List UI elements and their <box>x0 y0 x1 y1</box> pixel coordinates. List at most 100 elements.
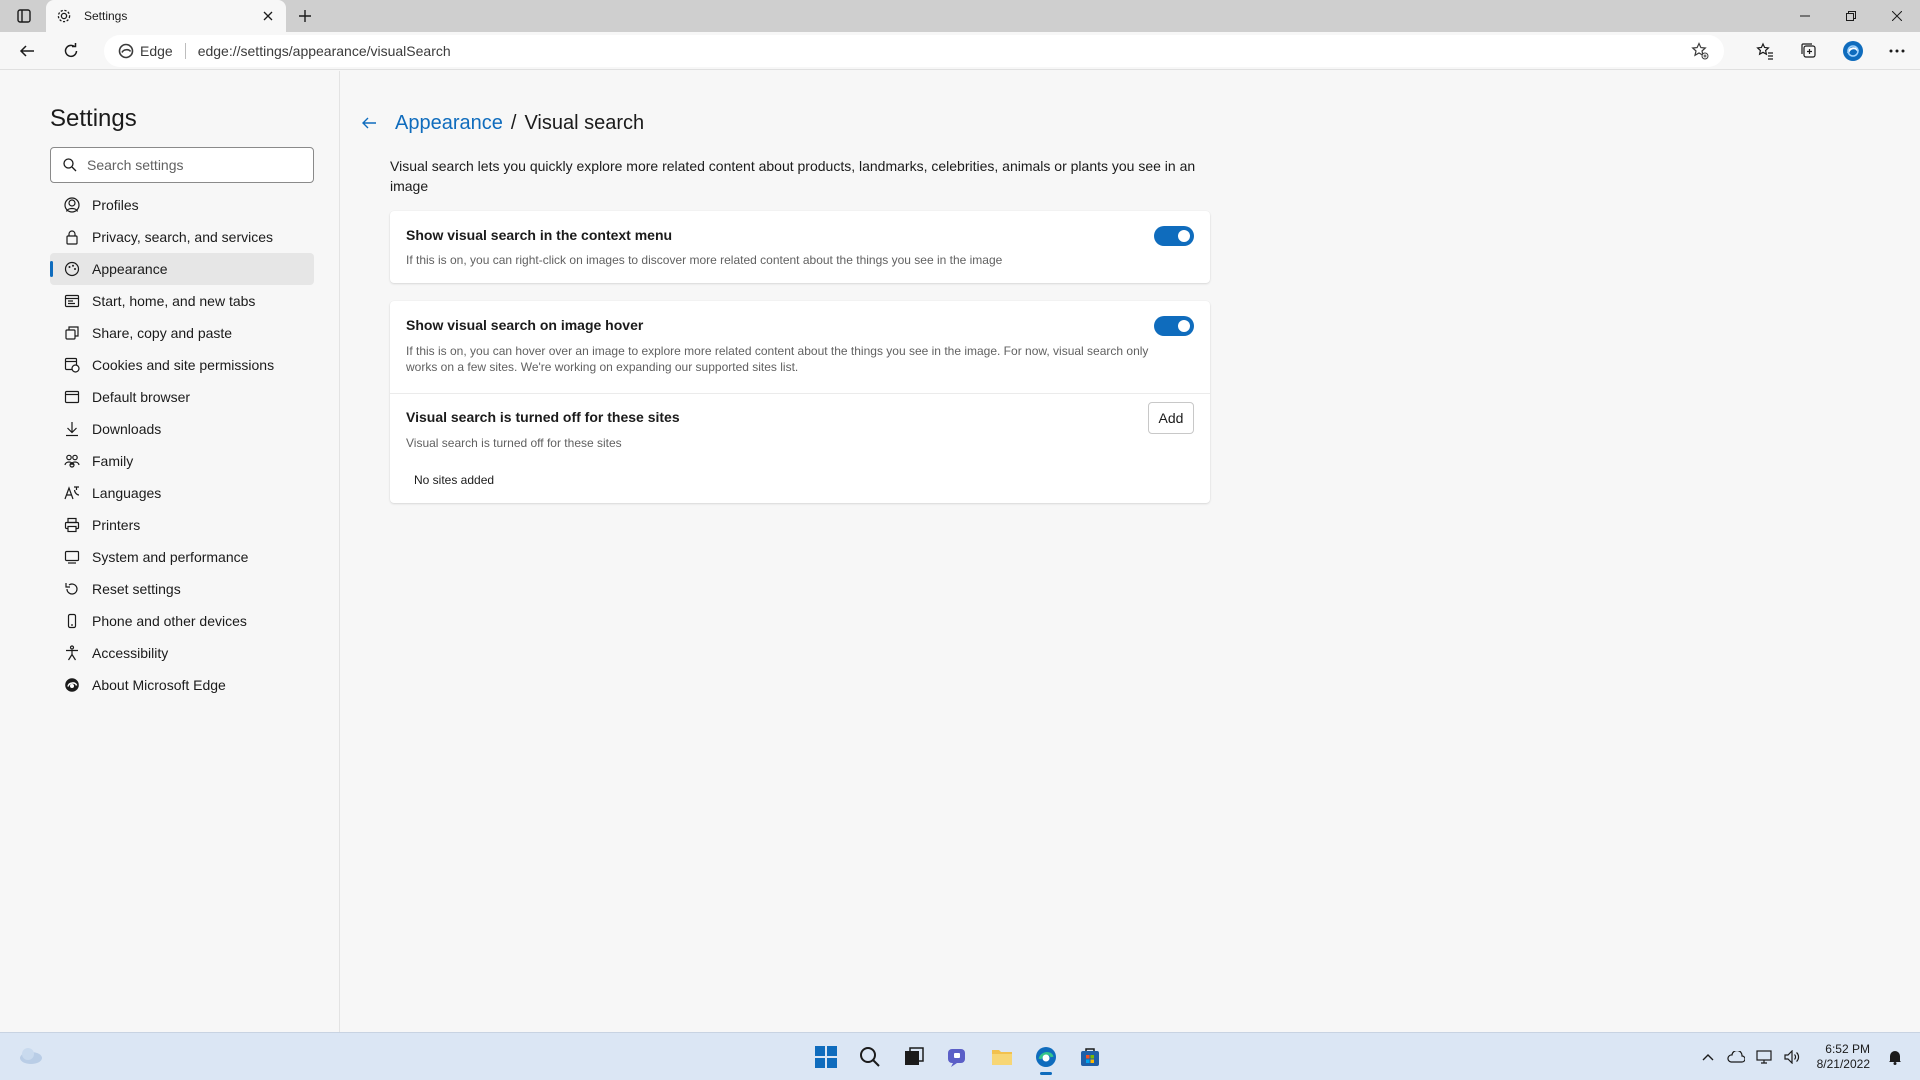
sidebar-item-languages[interactable]: Languages <box>50 477 314 509</box>
hover-setting-desc: If this is on, you can hover over an ima… <box>406 344 1149 374</box>
close-tab-button[interactable] <box>260 8 276 24</box>
weather-icon[interactable] <box>16 1043 46 1069</box>
add-site-button[interactable]: Add <box>1148 402 1194 434</box>
sidebar-item-label: Profiles <box>92 197 139 213</box>
edge-taskbar-button[interactable] <box>1028 1039 1064 1075</box>
edge-icon <box>1036 1047 1056 1067</box>
sidebar-item-printers[interactable]: Printers <box>50 509 314 541</box>
back-button[interactable] <box>12 36 42 66</box>
clock[interactable]: 6:52 PM 8/21/2022 <box>1817 1042 1870 1072</box>
close-icon <box>263 11 273 21</box>
taskbar: 6:52 PM 8/21/2022 <box>0 1032 1920 1080</box>
context-menu-toggle[interactable] <box>1154 226 1194 246</box>
ellipsis-icon <box>1889 49 1905 53</box>
start-button[interactable] <box>808 1039 844 1075</box>
file-explorer-button[interactable] <box>984 1039 1020 1075</box>
network-icon[interactable] <box>1755 1048 1773 1066</box>
breadcrumb-separator: / <box>510 111 517 134</box>
add-favorite-button[interactable] <box>1690 41 1710 61</box>
profile-button[interactable] <box>1838 36 1868 66</box>
cloud-icon <box>1727 1051 1745 1063</box>
page-title: Visual search <box>524 111 645 134</box>
navigation-bar: Edge edge://settings/appearance/visualSe… <box>0 32 1920 70</box>
context-menu-setting-title: Show visual search in the context menu <box>406 227 673 243</box>
url-text[interactable]: edge://settings/appearance/visualSearch <box>198 43 451 59</box>
sidebar-item-about-microsoft-edge[interactable]: About Microsoft Edge <box>50 669 314 701</box>
store-button[interactable] <box>1072 1039 1108 1075</box>
search-settings-box[interactable] <box>50 147 314 183</box>
edge-icon <box>118 43 134 59</box>
sidebar-item-label: Default browser <box>92 389 191 405</box>
sidebar-item-label: Appearance <box>92 261 168 277</box>
sidebar-item-appearance[interactable]: Appearance <box>50 253 314 285</box>
store-icon <box>1081 1048 1099 1066</box>
settings-nav: Profiles Privacy, search, and services App… <box>50 189 314 701</box>
no-sites-label: No sites added <box>414 473 495 487</box>
sidebar-item-accessibility[interactable]: Accessibility <box>50 637 314 669</box>
collections-button[interactable] <box>1794 36 1824 66</box>
taskbar-apps <box>808 1039 1108 1075</box>
sidebar-title: Settings <box>50 105 137 132</box>
windows-icon <box>815 1046 837 1068</box>
more-button[interactable] <box>1882 36 1912 66</box>
divider <box>390 393 1210 394</box>
avatar-icon <box>1843 41 1863 61</box>
context-menu-setting-desc: If this is on, you can right-click on im… <box>406 253 1003 267</box>
favorites-button[interactable] <box>1750 36 1780 66</box>
task-view-button[interactable] <box>896 1039 932 1075</box>
search-input[interactable] <box>87 157 287 173</box>
site-identity-label: Edge <box>140 43 173 59</box>
hover-toggle[interactable] <box>1154 316 1194 336</box>
speaker-icon <box>1784 1050 1799 1064</box>
sidebar-item-label: Printers <box>92 517 141 533</box>
chat-button[interactable] <box>940 1039 976 1075</box>
arrow-left-icon <box>19 45 34 57</box>
show-hidden-icons-button[interactable] <box>1699 1048 1717 1066</box>
system-icon <box>64 549 80 565</box>
minimize-button[interactable] <box>1782 0 1828 32</box>
browser-icon <box>64 389 80 405</box>
address-bar[interactable]: Edge edge://settings/appearance/visualSe… <box>104 35 1724 67</box>
accessibility-icon <box>64 645 80 661</box>
sidebar-item-default-browser[interactable]: Default browser <box>50 381 314 413</box>
new-tab-button[interactable] <box>292 5 318 27</box>
sidebar-item-reset-settings[interactable]: Reset settings <box>50 573 314 605</box>
tab-actions-button[interactable] <box>10 5 38 27</box>
restore-button[interactable] <box>1828 0 1874 32</box>
sidebar-item-family[interactable]: Family <box>50 445 314 477</box>
sidebar-item-phone-and-other-devices[interactable]: Phone and other devices <box>50 605 314 637</box>
tab-settings[interactable]: Settings <box>46 0 286 32</box>
separator <box>184 43 186 59</box>
volume-icon[interactable] <box>1783 1048 1801 1066</box>
sidebar-item-system-and-performance[interactable]: System and performance <box>50 541 314 573</box>
sidebar-item-privacy-search-and-services[interactable]: Privacy, search, and services <box>50 221 314 253</box>
cookies-icon <box>64 357 80 373</box>
search-button[interactable] <box>852 1039 888 1075</box>
phone-icon <box>64 613 80 629</box>
chat-icon <box>948 1049 965 1067</box>
sidebar-item-share-copy-and-paste[interactable]: Share, copy and paste <box>50 317 314 349</box>
breadcrumb: Appearance / Visual search <box>357 111 644 135</box>
favorites-icon <box>1756 42 1773 60</box>
notifications-button[interactable] <box>1886 1048 1904 1066</box>
chevron-up-icon <box>1702 1054 1714 1061</box>
sidebar-item-start-home-and-new-tabs[interactable]: Start, home, and new tabs <box>50 285 314 317</box>
refresh-icon <box>64 43 78 58</box>
language-icon <box>64 485 80 501</box>
onedrive-icon[interactable] <box>1727 1048 1745 1066</box>
close-window-button[interactable] <box>1874 0 1920 32</box>
main-content: Appearance / Visual search Visual search… <box>341 71 1920 1032</box>
task-view-icon <box>905 1047 924 1065</box>
refresh-button[interactable] <box>56 36 86 66</box>
breadcrumb-appearance-link[interactable]: Appearance <box>395 112 503 135</box>
back-to-appearance-button[interactable] <box>357 111 381 135</box>
sidebar-item-cookies-and-site-permissions[interactable]: Cookies and site permissions <box>50 349 314 381</box>
download-icon <box>64 421 80 437</box>
sidebar-item-label: System and performance <box>92 549 249 565</box>
sidebar-item-label: Accessibility <box>92 645 169 661</box>
sidebar-item-label: Family <box>92 453 134 469</box>
sidebar-item-profiles[interactable]: Profiles <box>50 189 314 221</box>
profile-icon <box>64 197 80 213</box>
hover-setting-card: Show visual search on image hover If thi… <box>390 301 1210 503</box>
sidebar-item-downloads[interactable]: Downloads <box>50 413 314 445</box>
